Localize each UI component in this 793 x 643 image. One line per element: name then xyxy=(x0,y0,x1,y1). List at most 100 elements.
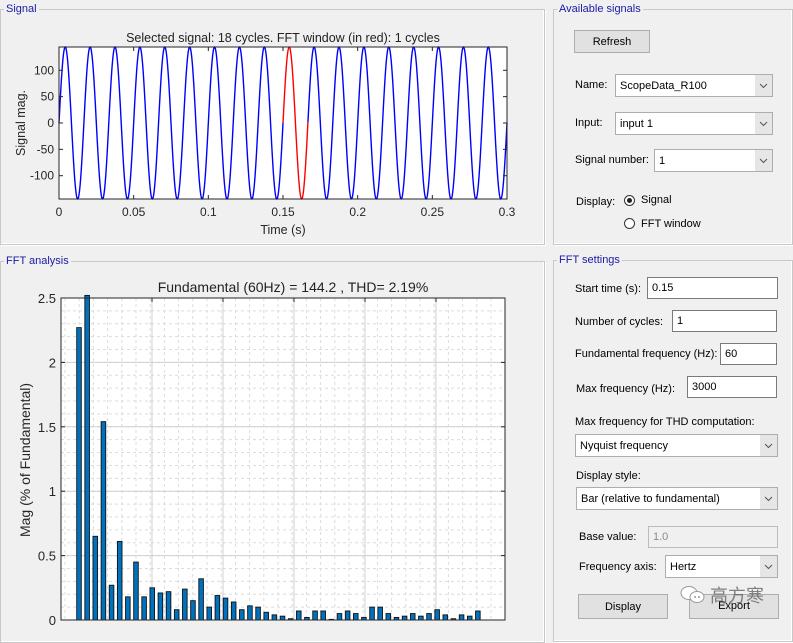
y-tick-label: 2.5 xyxy=(38,291,56,306)
fft-bar xyxy=(336,613,343,621)
signal-panel-title: Signal xyxy=(4,2,39,16)
fft-bar xyxy=(426,613,432,621)
input-label: Input: xyxy=(575,117,603,129)
thd-max-label: Max frequency for THD computation: xyxy=(575,416,755,428)
chevron-down-icon[interactable] xyxy=(755,150,772,171)
radio-signal[interactable] xyxy=(624,195,635,206)
chevron-down-icon[interactable] xyxy=(755,75,772,96)
fft-bar xyxy=(385,613,392,621)
fft-bar xyxy=(312,610,318,621)
plot-area xyxy=(61,298,505,620)
fft-bar xyxy=(182,588,188,621)
y-tick-label: -50 xyxy=(37,142,55,156)
fft-bar xyxy=(149,587,156,621)
x-tick-label: 0.25 xyxy=(421,205,445,219)
plot-title: Selected signal: 18 cycles. FFT window (… xyxy=(126,31,440,45)
fft-bar xyxy=(133,561,139,621)
freq-axis-value: Hertz xyxy=(670,561,697,573)
fft-bar xyxy=(409,613,416,621)
base-value-label: Base value: xyxy=(579,531,637,543)
fft-bar xyxy=(165,591,172,621)
fft-settings-title: FFT settings xyxy=(557,253,622,267)
fft-bar xyxy=(141,596,147,621)
fft-bar xyxy=(418,615,424,621)
fft-bar xyxy=(100,421,107,621)
fft-bar xyxy=(263,611,269,621)
name-select[interactable]: ScopeData_R100 xyxy=(615,74,773,97)
y-tick-label: 0 xyxy=(49,613,56,628)
fft-bar xyxy=(198,578,204,621)
fund-freq-input[interactable]: 60 xyxy=(720,343,777,365)
fft-bar xyxy=(157,592,164,621)
fft-bar xyxy=(344,610,351,621)
fft-bar xyxy=(401,615,408,621)
fft-analysis-title: FFT analysis xyxy=(4,254,71,268)
available-signals-title: Available signals xyxy=(557,2,643,16)
fft-bar xyxy=(239,609,245,621)
fft-bar xyxy=(458,614,465,621)
fft-bar xyxy=(247,605,253,621)
y-tick-label: 100 xyxy=(34,63,54,77)
y-tick-label: 0.5 xyxy=(38,549,56,564)
fft-bar xyxy=(125,596,131,621)
fft-plot-title: Fundamental (60Hz) = 144.2 , THD= 2.19% xyxy=(158,279,429,295)
thd-max-value: Nyquist frequency xyxy=(580,440,669,452)
fft-bar xyxy=(442,614,449,621)
refresh-button[interactable]: Refresh xyxy=(574,30,650,53)
y-tick-label: 1 xyxy=(49,484,56,499)
chevron-down-icon[interactable] xyxy=(760,435,777,456)
fft-bar xyxy=(320,610,326,621)
x-axis-label: Time (s) xyxy=(260,223,305,237)
fft-bar xyxy=(92,535,99,621)
display-label: Display: xyxy=(576,196,616,208)
fft-bar xyxy=(369,606,375,621)
display-style-label: Display style: xyxy=(576,470,641,482)
freq-axis-label: Frequency axis: xyxy=(579,561,657,573)
fft-bar xyxy=(116,540,123,621)
x-tick-label: 0.1 xyxy=(200,205,217,219)
x-tick-label: 0.15 xyxy=(271,205,295,219)
display-style-value: Bar (relative to fundamental) xyxy=(581,493,720,505)
chevron-down-icon[interactable] xyxy=(755,113,772,134)
fft-bar xyxy=(279,615,286,621)
fft-bar xyxy=(173,609,180,621)
fft-bar xyxy=(222,597,229,621)
fft-bar xyxy=(76,327,82,621)
radio-signal-label[interactable]: Signal xyxy=(641,193,672,207)
y-axis-label: Mag (% of Fundamental) xyxy=(17,383,33,537)
fft-bar xyxy=(434,609,440,621)
display-style-select[interactable]: Bar (relative to fundamental) xyxy=(576,487,778,510)
num-cycles-input[interactable]: 1 xyxy=(672,310,777,332)
fft-bar xyxy=(255,606,261,621)
fft-bar xyxy=(296,610,302,621)
fft-bar xyxy=(214,595,221,621)
freq-axis-select[interactable]: Hertz xyxy=(665,555,778,578)
chevron-down-icon[interactable] xyxy=(760,488,777,509)
input-select[interactable]: input 1 xyxy=(615,112,773,135)
y-axis-label: Signal mag. xyxy=(14,90,28,156)
fft-bar xyxy=(84,294,90,621)
y-tick-label: 2 xyxy=(49,355,56,370)
signal-number-value: 1 xyxy=(659,155,666,167)
max-freq-label: Max frequency (Hz): xyxy=(576,383,676,395)
chevron-down-icon[interactable] xyxy=(760,556,777,577)
base-value-input: 1.0 xyxy=(648,526,778,548)
fft-bar xyxy=(377,606,383,621)
y-tick-label: 0 xyxy=(47,116,54,130)
x-tick-label: 0.05 xyxy=(122,205,146,219)
radio-fft-window-label[interactable]: FFT window xyxy=(641,217,701,231)
x-tick-label: 0 xyxy=(56,205,63,219)
fft-bar xyxy=(206,606,212,621)
num-cycles-label: Number of cycles: xyxy=(575,316,664,328)
thd-max-select[interactable]: Nyquist frequency xyxy=(575,434,778,457)
fft-bar xyxy=(466,615,473,621)
signal-number-select[interactable]: 1 xyxy=(654,149,773,172)
start-time-input[interactable]: 0.15 xyxy=(647,277,778,299)
export-button[interactable]: Export xyxy=(689,594,779,619)
radio-fft-window[interactable] xyxy=(624,218,635,229)
display-button[interactable]: Display xyxy=(578,594,668,619)
fft-bar xyxy=(230,601,237,621)
max-freq-input[interactable]: 3000 xyxy=(687,376,777,398)
fft-bar xyxy=(271,614,278,621)
y-tick-label: -100 xyxy=(30,169,54,183)
